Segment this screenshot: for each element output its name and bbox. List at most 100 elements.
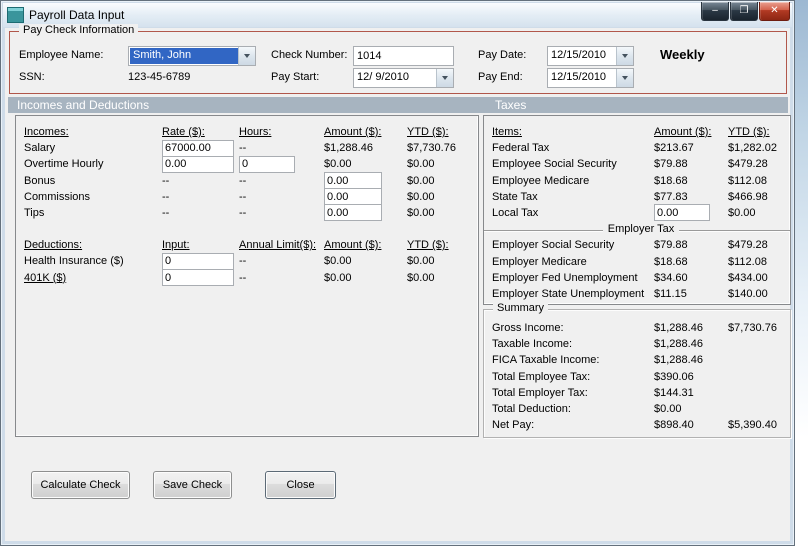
tax-row-label: Local Tax: [492, 206, 539, 219]
income-cell: $0.00: [407, 158, 435, 171]
minimize-icon: –: [712, 5, 718, 16]
summary-row-label: Net Pay:: [492, 419, 535, 432]
summary-row-label: Total Employer Tax:: [492, 386, 588, 399]
pay-start-datepicker[interactable]: 12/ 9/2010: [353, 68, 454, 88]
local-tax-input[interactable]: [654, 204, 710, 222]
income-cell: --: [162, 206, 170, 219]
incomes-table: Incomes: Rate ($): Hours: Amount ($): YT…: [16, 116, 478, 222]
column-header-hours: Hours:: [239, 126, 272, 138]
summary-cell: $1,288.46: [654, 322, 703, 334]
maximize-icon: ❐: [739, 5, 749, 16]
tax-row-label: Employer Medicare: [492, 255, 587, 268]
taxes-panel: Items: Amount ($): YTD ($): Federal Tax …: [483, 115, 791, 305]
summary-row-label: Gross Income:: [492, 322, 564, 334]
tax-row-label: Employer Fed Unemployment: [492, 271, 638, 284]
employer-tax-divider: Employer Tax: [484, 222, 790, 238]
pay-date-dropdown-button[interactable]: [616, 47, 633, 65]
employee-name-combobox[interactable]: Smith, John: [128, 46, 256, 66]
pay-date-datepicker[interactable]: 12/15/2010: [547, 46, 634, 66]
incomes-deductions-panel: Incomes: Rate ($): Hours: Amount ($): YT…: [15, 115, 479, 437]
tax-row-label: Employer State Unemployment: [492, 287, 645, 300]
deduction-cell: $0.00: [407, 255, 435, 268]
employer-tax-divider-label: Employer Tax: [602, 223, 680, 236]
column-header-amount: Amount ($):: [654, 126, 712, 138]
close-icon: ✕: [770, 5, 779, 16]
tax-cell: $0.00: [728, 206, 756, 219]
income-row-label: Salary: [24, 142, 56, 155]
column-header-deductions: Deductions:: [24, 239, 83, 252]
summary-cell: $1,288.46: [654, 354, 703, 367]
client-area: Pay Check Information Employee Name: Smi…: [5, 24, 791, 541]
overtime-rate-input[interactable]: [162, 155, 234, 173]
tax-cell: $434.00: [728, 271, 768, 284]
tax-cell: $466.98: [728, 190, 768, 203]
chevron-down-icon: [442, 76, 448, 80]
summary-table: Gross Income: $1,288.46 $7,730.76 Taxabl…: [484, 310, 790, 434]
income-cell: $7,730.76: [407, 142, 456, 155]
tax-cell: $112.08: [728, 174, 767, 187]
close-button[interactable]: ✕: [759, 2, 790, 21]
pay-end-datepicker[interactable]: 12/15/2010: [547, 68, 634, 88]
chevron-down-icon: [622, 76, 628, 80]
employee-name-dropdown-button[interactable]: [238, 47, 255, 65]
income-row-label: Bonus: [24, 174, 56, 187]
tax-cell: $479.28: [728, 158, 768, 171]
column-header-ytd: YTD ($):: [407, 126, 449, 138]
save-check-button[interactable]: Save Check: [153, 471, 232, 499]
chevron-down-icon: [244, 54, 250, 58]
deduction-cell: $0.00: [407, 271, 435, 284]
window-title: Payroll Data Input: [29, 8, 125, 22]
summary-cell: [728, 337, 790, 353]
pay-start-value: 12/ 9/2010: [357, 71, 409, 83]
income-cell: $0.00: [407, 206, 435, 219]
401k-input[interactable]: [162, 269, 234, 286]
deduction-cell: --: [239, 271, 247, 284]
check-number-label: Check Number:: [271, 49, 348, 61]
tax-cell: $140.00: [728, 287, 768, 300]
income-cell: $0.00: [407, 190, 435, 203]
pay-end-dropdown-button[interactable]: [616, 69, 633, 87]
summary-cell: [728, 370, 790, 386]
income-row-label: Tips: [24, 206, 45, 219]
bonus-amount-input[interactable]: [324, 172, 382, 190]
tax-cell: $479.28: [728, 239, 768, 252]
tax-cell: $79.88: [654, 158, 688, 171]
payroll-window: Payroll Data Input – ❐ ✕ Pay Check Infor…: [0, 0, 795, 546]
pay-start-dropdown-button[interactable]: [436, 69, 453, 87]
close-dialog-button[interactable]: Close: [265, 471, 336, 499]
summary-cell: $390.06: [654, 370, 694, 383]
tips-amount-input[interactable]: [324, 204, 382, 222]
income-row-label: Commissions: [24, 190, 91, 203]
commissions-amount-input[interactable]: [324, 188, 382, 206]
pay-frequency-label: Weekly: [660, 47, 705, 62]
app-icon: [7, 7, 24, 23]
calculate-check-button[interactable]: Calculate Check: [31, 471, 130, 499]
income-cell: $1,288.46: [324, 142, 373, 155]
section-header-incomes-deductions: Incomes and Deductions: [17, 98, 150, 112]
tax-cell: $34.60: [654, 271, 688, 284]
summary-cell: [728, 353, 790, 369]
health-insurance-input[interactable]: [162, 252, 234, 270]
income-cell: --: [239, 206, 247, 219]
taxes-table: Items: Amount ($): YTD ($): Federal Tax …: [484, 116, 790, 303]
tax-cell: $1,282.02: [728, 142, 777, 155]
deduction-cell: --: [239, 255, 247, 268]
salary-rate-input[interactable]: [162, 139, 234, 157]
maximize-button[interactable]: ❐: [730, 2, 758, 21]
column-header-amount: Amount ($):: [324, 239, 382, 252]
tax-cell: $213.67: [654, 142, 694, 155]
employee-name-label: Employee Name:: [19, 49, 104, 61]
income-cell: --: [239, 174, 247, 187]
summary-row-label: Total Deduction:: [492, 402, 571, 415]
overtime-hours-input[interactable]: [239, 155, 295, 173]
pay-start-label: Pay Start:: [271, 71, 320, 83]
section-header-taxes: Taxes: [495, 98, 527, 112]
income-row-label: Overtime Hourly: [24, 158, 104, 171]
summary-cell: [728, 402, 790, 418]
deduction-cell: $0.00: [324, 255, 352, 268]
summary-row-label: FICA Taxable Income:: [492, 354, 600, 367]
check-number-input[interactable]: [353, 46, 454, 66]
tax-cell: $18.68: [654, 174, 688, 187]
minimize-button[interactable]: –: [701, 2, 729, 21]
column-header-incomes: Incomes:: [24, 126, 69, 138]
